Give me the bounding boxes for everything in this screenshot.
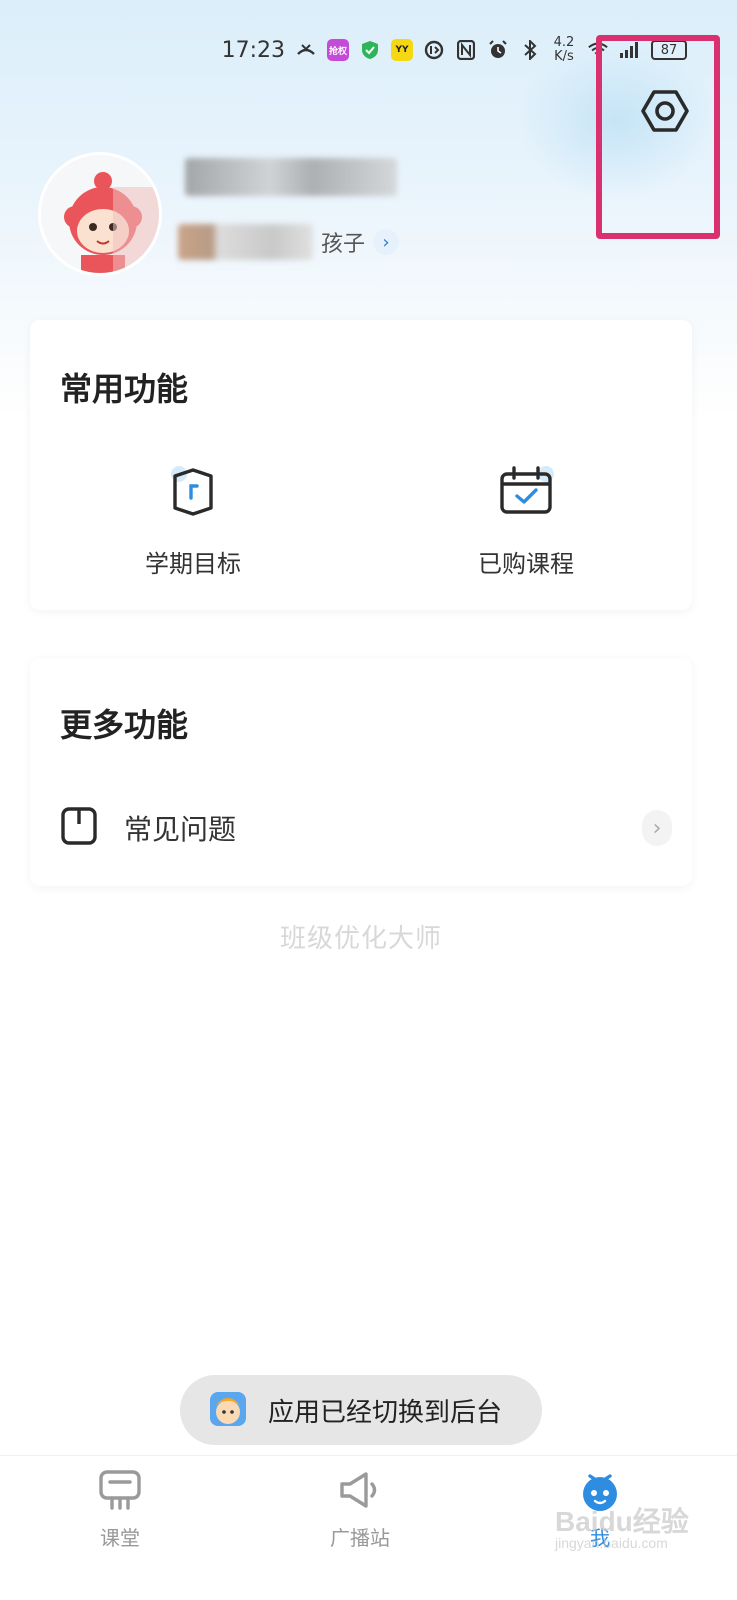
brand-footer-text: 班级优化大师: [279, 924, 442, 954]
missed-call-icon: [295, 39, 317, 61]
tab-classroom[interactable]: 课堂: [60, 1466, 180, 1551]
watermark-brand: Baidu经验: [555, 1506, 689, 1537]
network-speed-value: 4.2: [553, 35, 575, 50]
profile-name-redacted: [185, 158, 397, 196]
settings-highlight-box: [596, 35, 720, 239]
profile-child-selector[interactable]: 孩子 ›: [178, 222, 400, 262]
megaphone-icon: [340, 1472, 377, 1508]
tab-broadcast-label: 广播站: [330, 1526, 390, 1550]
profile-child-redacted: [178, 224, 313, 260]
more-functions-card: 更多功能 常见问题 ›: [30, 658, 692, 886]
network-speed: 4.2 K/s: [551, 36, 577, 64]
semester-goal-label: 学期目标: [145, 550, 241, 578]
classroom-icon: [99, 1470, 141, 1510]
purchased-courses-button[interactable]: 已购课程: [446, 462, 606, 579]
tab-classroom-label: 课堂: [100, 1526, 140, 1550]
alarm-icon: [487, 39, 509, 61]
chevron-right-icon: ›: [642, 810, 672, 846]
calendar-check-icon: [496, 462, 556, 522]
tab-broadcast[interactable]: 广播站: [300, 1466, 420, 1551]
faq-label: 常见问题: [124, 813, 237, 846]
yy-app-icon: YY: [391, 39, 413, 61]
common-functions-card: 常用功能 学期目标 已购课程: [30, 320, 692, 610]
bluetooth-icon: [519, 39, 541, 61]
faq-row[interactable]: 常见问题 ›: [60, 798, 672, 858]
common-functions-title: 常用功能: [60, 370, 189, 408]
settings-button[interactable]: [640, 86, 690, 136]
more-functions-title: 更多功能: [60, 706, 189, 744]
network-speed-unit: K/s: [554, 49, 574, 64]
status-time: 17:23: [221, 37, 285, 63]
app-mascot-icon: [208, 1388, 248, 1432]
faq-icon: [60, 806, 98, 850]
app-notification-icon: 抢权: [327, 39, 349, 61]
gear-icon: [641, 90, 689, 132]
profile-sub-text: 孩子: [321, 232, 366, 257]
target-box-icon: [163, 462, 223, 522]
purchased-courses-label: 已购课程: [478, 550, 574, 578]
nfc-icon: [455, 39, 477, 61]
shield-icon: [359, 39, 381, 61]
semester-goal-button[interactable]: 学期目标: [113, 462, 273, 579]
watermark-url: jingyan.baidu.com: [555, 1535, 668, 1551]
chevron-right-icon: ›: [373, 229, 400, 255]
toast-text: 应用已经切换到后台: [268, 1397, 503, 1428]
avatar[interactable]: [38, 152, 162, 276]
toast-notification: 应用已经切换到后台: [180, 1375, 542, 1445]
data-saver-icon: [423, 39, 445, 61]
